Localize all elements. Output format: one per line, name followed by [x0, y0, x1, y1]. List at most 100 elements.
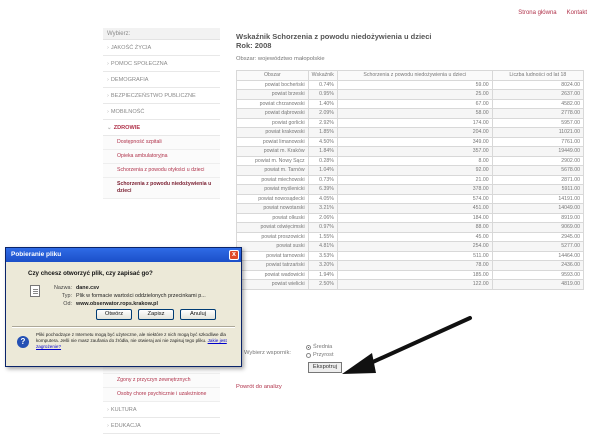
chevron-down-icon: ⌄ — [107, 125, 112, 131]
radio-average[interactable] — [306, 344, 311, 350]
sidebar-subitem-mental-illness[interactable]: Osoby chore psychicznie i uzależnione — [103, 388, 220, 402]
table-cell: 5277.00 — [491, 241, 585, 252]
table-body: powiat bocheński 0.74% 59.00 8024.00 powiat … — [236, 79, 585, 290]
table-cell: 1.94% — [307, 269, 338, 280]
sidebar-item-social-help[interactable]: › POMOC SPOŁECZNA — [103, 56, 220, 72]
table-cell: powiat m. Tarnów — [236, 165, 309, 176]
table-cell: 3.21% — [307, 203, 338, 214]
table-cell: powiat myślenicki — [236, 184, 309, 195]
table-cell: powiat nowotarski — [236, 203, 309, 214]
sidebar-subitem-label: Schorzenia z powodu niedożywienia u dzie… — [117, 181, 212, 194]
radio-growth[interactable] — [306, 352, 311, 358]
table-cell: powiat bocheński — [236, 79, 309, 90]
sidebar-subitem-hospitals[interactable]: Dostępność szpitali — [103, 136, 220, 150]
option-average[interactable]: Średnia — [306, 343, 334, 351]
chevron-right-icon: › — [107, 407, 109, 413]
table-cell: 0.95% — [307, 89, 338, 100]
column-header: Wskaźnik — [307, 70, 338, 81]
sidebar-item-education[interactable]: › EDUKACJA — [103, 418, 220, 434]
page-title: Wskaźnik Schorzenia z powodu niedożywien… — [236, 32, 432, 41]
dialog-question: Czy chcesz otworzyć plik, czy zapisać go… — [28, 270, 153, 277]
table-cell: powiat m. Nowy Sącz — [236, 155, 309, 166]
sidebar-subitem-ambulatory[interactable]: Opieka ambulatoryjna — [103, 150, 220, 164]
table-cell: 67.00 — [336, 98, 493, 109]
table-row: powiat suski 4.81% 254.00 5277.00 — [236, 241, 585, 252]
sidebar-item-public-safety[interactable]: › BEZPIECZEŃSTWO PUBLICZNE — [103, 88, 220, 104]
file-name-value: dane.csv — [76, 285, 100, 291]
table-cell: powiat miechowski — [236, 174, 309, 185]
table-cell: powiat tarnowski — [236, 250, 309, 261]
table-cell: 511.00 — [336, 250, 493, 261]
table-row: powiat wadowicki 1.94% 185.00 9593.00 — [236, 269, 585, 280]
table-cell: 3.20% — [307, 260, 338, 271]
data-table: Obszar Wskaźnik Schorzenia z powodu nied… — [236, 70, 585, 290]
sidebar-item-culture[interactable]: › KULTURA — [103, 402, 220, 418]
column-header: Liczba ludności od lat 18 — [491, 70, 585, 81]
export-button[interactable]: Ekspotruj — [308, 362, 342, 373]
open-button[interactable]: Otwórz — [96, 309, 132, 320]
table-cell: 4.81% — [307, 241, 338, 252]
table-cell: 4.05% — [307, 193, 338, 204]
sidebar-subitem-obesity[interactable]: Schorzenia z powodu otyłości u dzieci — [103, 164, 220, 178]
close-icon[interactable]: x — [229, 250, 239, 260]
option-growth[interactable]: Przyrost — [306, 351, 334, 359]
table-cell: powiat wielicki — [236, 279, 309, 290]
column-header: Obszar — [236, 70, 309, 81]
chevron-right-icon: › — [107, 93, 109, 99]
sidebar-subitem-malnutrition[interactable]: Schorzenia z powodu niedożywienia u dzie… — [103, 178, 220, 199]
table-cell: 5678.00 — [491, 165, 585, 176]
table-cell: 2871.00 — [491, 174, 585, 185]
table-cell: 1.55% — [307, 231, 338, 242]
table-cell: 184.00 — [336, 212, 493, 223]
table-cell: 21.00 — [336, 174, 493, 185]
table-cell: powiat tatrzański — [236, 260, 309, 271]
sidebar-item-label: JAKOŚĆ ŻYCIA — [110, 45, 152, 51]
table-cell: 378.00 — [336, 184, 493, 195]
table-cell: 14191.00 — [491, 193, 585, 204]
region-label: Obszar: województwo małopolskie — [236, 56, 325, 62]
table-cell: 1.84% — [307, 146, 338, 157]
sidebar-item-health[interactable]: ⌄ ZDROWIE — [103, 120, 220, 136]
contact-link[interactable]: Kontakt — [567, 10, 587, 16]
dialog-separator — [12, 326, 235, 327]
web-page: Strona główna Kontakt Wybierz: › JAKOŚĆ Ż… — [0, 0, 593, 445]
table-cell: 2945.00 — [491, 231, 585, 242]
table-cell: powiat chrzanowski — [236, 98, 309, 109]
table-cell: powiat oświęcimski — [236, 222, 309, 233]
table-row: powiat chrzanowski 1.40% 67.00 4582.00 — [236, 98, 585, 109]
top-links: Strona główna Kontakt — [518, 10, 587, 16]
table-row: powiat nowotarski 3.21% 451.00 14049.00 — [236, 203, 585, 214]
selector-label: Wybierz wspornik: — [244, 350, 291, 356]
table-cell: 0.74% — [307, 79, 338, 90]
dialog-title: Pobieranie pliku — [11, 251, 62, 258]
sidebar-item-label: EDUKACJA — [110, 423, 141, 429]
home-link[interactable]: Strona główna — [518, 10, 556, 16]
page-year: Rok: 2008 — [236, 41, 272, 50]
sidebar-item-mobility[interactable]: › MOBILNOŚĆ — [103, 104, 220, 120]
cancel-button[interactable]: Anuluj — [180, 309, 216, 320]
sidebar-item-demography[interactable]: › DEMOGRAFIA — [103, 72, 220, 88]
sidebar-header: Wybierz: — [103, 28, 220, 40]
sidebar-item-quality-of-life[interactable]: › JAKOŚĆ ŻYCIA — [103, 40, 220, 56]
table-cell: 2778.00 — [491, 108, 585, 119]
sidebar-subitem-external-deaths[interactable]: Zgony z przyczyn zewnętrznych — [103, 374, 220, 388]
table-cell: 4.50% — [307, 136, 338, 147]
table-cell: 92.00 — [336, 165, 493, 176]
table-cell: 9069.00 — [491, 222, 585, 233]
sidebar-item-label: DEMOGRAFIA — [110, 77, 149, 83]
table-cell: powiat suski — [236, 241, 309, 252]
table-cell: 185.00 — [336, 269, 493, 280]
table-row: powiat myślenicki 6.39% 378.00 5911.00 — [236, 184, 585, 195]
chevron-right-icon: › — [107, 61, 109, 67]
table-cell: 349.00 — [336, 136, 493, 147]
sidebar-subitem-label: Zgony z przyczyn zewnętrznych — [117, 377, 191, 383]
table-cell: 0.28% — [307, 155, 338, 166]
table-cell: 4582.00 — [491, 98, 585, 109]
save-button[interactable]: Zapisz — [138, 309, 174, 320]
file-name-row: Nazwa: dane.csv — [54, 284, 206, 292]
sidebar-item-label: ZDROWIE — [113, 125, 141, 131]
table-cell: 4819.00 — [491, 279, 585, 290]
table-cell: 14464.00 — [491, 250, 585, 261]
back-to-analysis-link[interactable]: Powrót do analizy — [236, 384, 282, 390]
table-cell: 8024.00 — [491, 79, 585, 90]
